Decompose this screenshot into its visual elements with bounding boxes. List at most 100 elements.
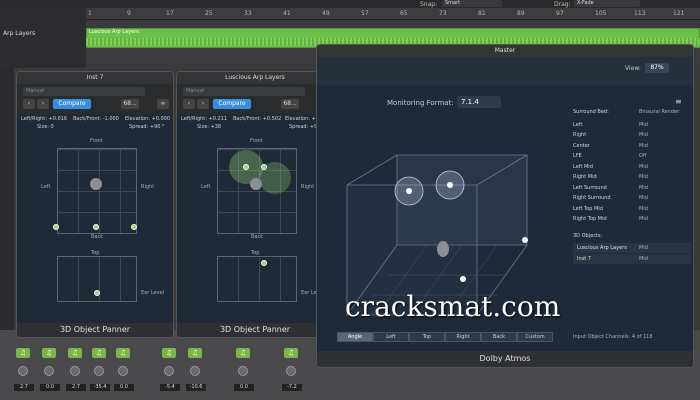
bed-row[interactable]: Right Mid <box>573 132 691 143</box>
monitoring-format-select[interactable]: 7.1.4 <box>457 96 501 108</box>
channel-strip[interactable]: ♫ 2.7 <box>14 336 34 396</box>
ruler-tick: 121 <box>673 10 685 17</box>
front-label: Front <box>90 138 103 144</box>
bed-row[interactable]: Right Top Mid Mid <box>573 216 691 227</box>
channel-strip[interactable]: ♫ 0.0 <box>114 336 134 396</box>
elevation-readout: Elevation: +0.000 <box>125 116 171 122</box>
pan-knob[interactable] <box>238 366 248 376</box>
fader-value: 0.0 <box>234 384 254 391</box>
channel-strip[interactable]: ♫ 2.7 <box>66 336 86 396</box>
object-position-dot[interactable] <box>243 164 249 170</box>
tab-right[interactable]: Right <box>445 332 481 342</box>
link-icon[interactable]: ∞ <box>157 99 169 109</box>
window-title: Luscious Arp Layers <box>177 72 333 84</box>
pan-knob[interactable] <box>18 366 28 376</box>
plugin-controls: Manual ‹ › Compare 68... ∞ <box>17 84 173 114</box>
timeline-ruler[interactable]: 1 9 17 25 33 41 49 57 65 73 81 89 97 105 113 121 <box>86 8 700 20</box>
instrument-icon[interactable]: ♫ <box>68 348 82 358</box>
instrument-icon[interactable]: ♫ <box>116 348 130 358</box>
top-down-pan-grid[interactable] <box>57 148 137 234</box>
tab-back[interactable]: Back <box>481 332 517 342</box>
back-label: Back <box>251 234 264 240</box>
instrument-icon[interactable]: ♫ <box>188 348 202 358</box>
pan-knob[interactable] <box>164 366 174 376</box>
bed-row[interactable]: Right Mid Mid <box>573 174 691 185</box>
watermark-text: cracksmat.com <box>345 290 561 323</box>
instrument-icon[interactable]: ♫ <box>162 348 176 358</box>
channel-strip[interactable]: ♫ -7.2 <box>282 336 302 396</box>
ruler-tick: 65 <box>400 10 408 17</box>
ruler-tick: 113 <box>634 10 646 17</box>
elevation-dot[interactable] <box>261 260 267 266</box>
preset-select[interactable]: Manual <box>183 87 305 96</box>
elevation-dot[interactable] <box>94 290 100 296</box>
instrument-icon[interactable]: ♫ <box>236 348 250 358</box>
window-title: Inst 7 <box>17 72 173 84</box>
speaker-point <box>460 276 466 282</box>
compare-button[interactable]: Compare <box>53 99 91 109</box>
pan-knob[interactable] <box>44 366 54 376</box>
pan-knob[interactable] <box>70 366 80 376</box>
ruler-tick: 97 <box>556 10 564 17</box>
tab-custom[interactable]: Custom <box>517 332 553 342</box>
ruler-tick: 25 <box>205 10 213 17</box>
channel-strip[interactable]: ♫ 0.0 <box>40 336 60 396</box>
pan-knob[interactable] <box>94 366 104 376</box>
channel-strip[interactable]: ♫ -5.4 <box>160 336 180 396</box>
bed-row[interactable]: Left Surround Mid <box>573 185 691 196</box>
right-label: Right <box>301 184 315 190</box>
tab-left[interactable]: Left <box>373 332 409 342</box>
snap-select[interactable]: Smart <box>442 0 502 7</box>
object-channels-count: Input Object Channels: 4 of 118 <box>573 334 653 340</box>
channel-strip[interactable]: ♫ -10.6 <box>186 336 206 396</box>
ear-level-label: Ear Level <box>141 290 165 296</box>
fader-value: 2.7 <box>66 384 86 391</box>
speaker-dot[interactable] <box>53 224 59 230</box>
binaural-render-label: Binaural Render: <box>639 109 681 115</box>
instrument-icon[interactable]: ♫ <box>284 348 298 358</box>
view-zoom-select[interactable]: 87% <box>645 63 669 73</box>
fader-value: 0.0 <box>40 384 60 391</box>
prev-preset-button[interactable]: ‹ <box>23 99 35 109</box>
drag-select[interactable]: X-Fade <box>574 0 640 7</box>
object-position-dot[interactable] <box>261 164 267 170</box>
elevation-pan-grid[interactable] <box>217 256 297 302</box>
bed-row[interactable]: Right Surround Mid <box>573 195 691 206</box>
channel-strip[interactable]: ♫ 0.0 <box>234 336 254 396</box>
bed-row[interactable]: Center Mid <box>573 143 691 154</box>
instrument-icon[interactable]: ♫ <box>92 348 106 358</box>
pan-knob[interactable] <box>286 366 296 376</box>
object-position-dot[interactable] <box>93 224 99 230</box>
pan-knob[interactable] <box>190 366 200 376</box>
zoom-select[interactable]: 68... <box>281 99 299 109</box>
fader-value: 0.0 <box>114 384 134 391</box>
pan-knob[interactable] <box>118 366 128 376</box>
object-row[interactable]: Luscious Arp Layers Mid <box>573 243 691 253</box>
prev-preset-button[interactable]: ‹ <box>183 99 195 109</box>
track-header-label[interactable]: Arp Layers <box>3 30 35 37</box>
object-row[interactable]: Inst 7 Mid <box>573 254 691 264</box>
tab-angle[interactable]: Angle <box>337 332 373 342</box>
instrument-icon[interactable]: ♫ <box>16 348 30 358</box>
window-title: Master <box>317 45 693 57</box>
zoom-select[interactable]: 68... <box>121 99 139 109</box>
bed-row[interactable]: Left Mid Mid <box>573 164 691 175</box>
object-point <box>406 188 412 194</box>
channel-strip[interactable]: ♫ -35.4 <box>90 336 110 396</box>
ruler-tick: 81 <box>478 10 486 17</box>
toolbar: Snap: Smart Drag: X-Fade <box>0 0 700 8</box>
bed-row[interactable]: Left Mid <box>573 122 691 133</box>
preset-select[interactable]: Manual <box>23 87 145 96</box>
next-preset-button[interactable]: › <box>37 99 49 109</box>
right-label: Right <box>141 184 155 190</box>
bed-row[interactable]: Left Top Mid Mid <box>573 206 691 217</box>
compare-button[interactable]: Compare <box>213 99 251 109</box>
list-menu-icon[interactable]: ≡ <box>675 97 682 106</box>
tab-top[interactable]: Top <box>409 332 445 342</box>
instrument-icon[interactable]: ♫ <box>42 348 56 358</box>
track-list: Arp Layers <box>0 8 86 68</box>
speaker-dot[interactable] <box>131 224 137 230</box>
size-readout: Size: 0 <box>37 124 54 130</box>
bed-row[interactable]: LFE Off <box>573 153 691 164</box>
next-preset-button[interactable]: › <box>197 99 209 109</box>
